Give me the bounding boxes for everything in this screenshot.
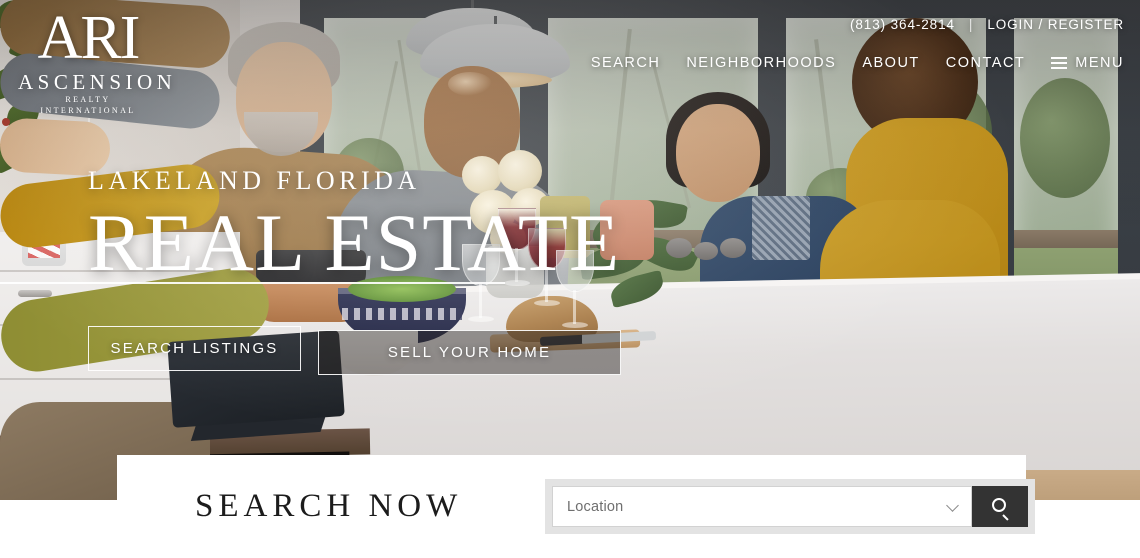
search-form: Location [545, 479, 1035, 534]
main-navigation: SEARCH NEIGHBORHOODS ABOUT CONTACT MENU [591, 55, 1124, 71]
hamburger-icon [1051, 57, 1068, 69]
search-submit-button[interactable] [972, 486, 1028, 527]
decor-stones [666, 238, 746, 260]
menu-button[interactable]: MENU [1051, 55, 1124, 71]
hero-kicker: LAKELAND FLORIDA [88, 166, 421, 195]
search-icon [991, 498, 1009, 521]
phone-link[interactable]: (813) 364-2814 [850, 17, 955, 32]
nav-item-search[interactable]: SEARCH [591, 55, 660, 71]
hero-title: REAL ESTATE [88, 197, 621, 288]
site-logo[interactable]: ARI ASCENSION REALTY INTERNATIONAL [18, 4, 177, 116]
wire-basket [752, 196, 810, 260]
utility-separator: | [968, 17, 974, 32]
hero-divider-rule [0, 282, 505, 284]
chevron-down-icon [946, 498, 959, 512]
search-listings-button[interactable]: SEARCH LISTINGS [88, 326, 301, 371]
search-panel: SEARCH NOW Location [117, 455, 1035, 558]
page-root: ARI ASCENSION REALTY INTERNATIONAL (813)… [0, 0, 1140, 558]
sell-your-home-button[interactable]: SELL YOUR HOME [318, 330, 621, 375]
logo-monogram: ARI [37, 4, 141, 72]
nav-item-about[interactable]: ABOUT [862, 55, 919, 71]
login-register-link[interactable]: LOGIN / REGISTER [987, 17, 1124, 32]
logo-tagline: REALTY INTERNATIONAL [40, 95, 136, 115]
logo-company-name: ASCENSION [18, 70, 177, 94]
nav-item-contact[interactable]: CONTACT [946, 55, 1026, 71]
hero-copy: LAKELAND FLORIDA REAL ESTATE [88, 166, 620, 286]
menu-button-label: MENU [1075, 55, 1124, 71]
location-select-value: Location [567, 498, 624, 515]
utility-bar: (813) 364-2814 | LOGIN / REGISTER [850, 17, 1124, 32]
search-now-heading: SEARCH NOW [195, 488, 463, 524]
location-select[interactable]: Location [552, 486, 972, 527]
nav-item-neighborhoods[interactable]: NEIGHBORHOODS [686, 55, 836, 71]
